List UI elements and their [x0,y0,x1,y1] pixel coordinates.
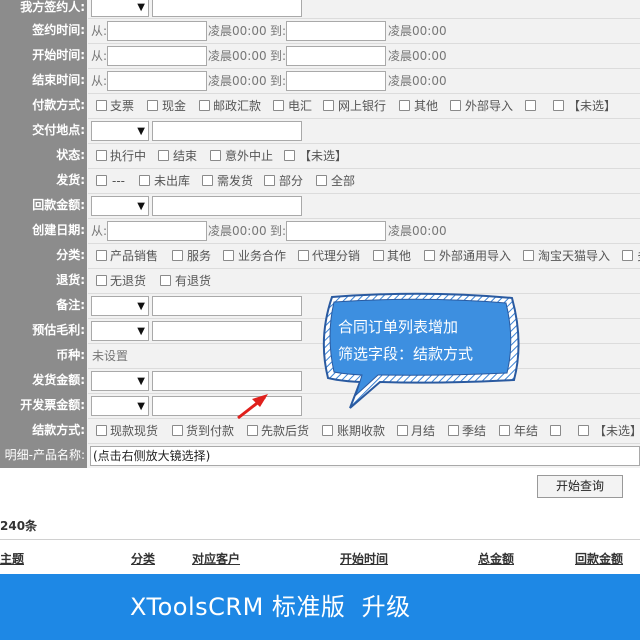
callout-line-2: 筛选字段：结款方式 [338,345,474,363]
table-header: 主题 分类 对应客户 开始时间 总金额 回款金额 [0,539,640,573]
col-header-start-time[interactable]: 开始时间 [340,550,388,567]
promo-banner: XToolsCRM 标准版 升级 [0,574,640,640]
callout-line-1: 合同订单列表增加 [338,318,459,336]
col-header-total-amount[interactable]: 总金额 [478,550,514,567]
col-header-category[interactable]: 分类 [131,550,155,567]
col-header-customer[interactable]: 对应客户 [192,550,240,567]
result-count: 240条 [0,519,38,533]
banner-title: XToolsCRM 标准版 升级 [130,593,411,621]
col-header-subject[interactable]: 主题 [0,550,24,567]
col-header-payback-amount[interactable]: 回款金额 [575,550,623,567]
callout-text: 合同订单列表增加 筛选字段：结款方式 [338,314,508,368]
start-search-button[interactable]: 开始查询 [537,475,623,498]
